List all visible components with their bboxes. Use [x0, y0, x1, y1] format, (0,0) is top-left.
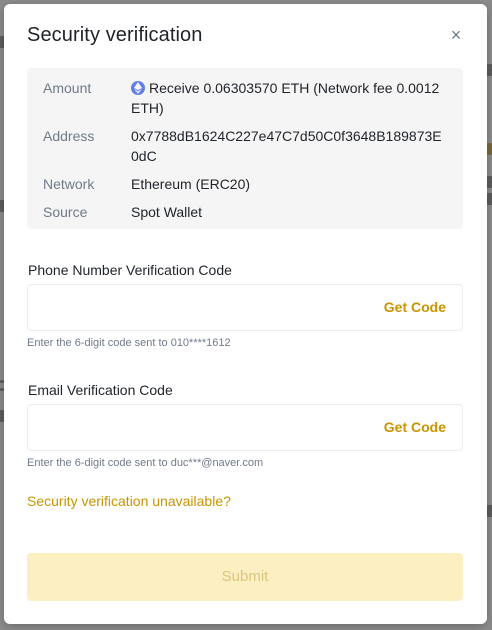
network-label: Network: [43, 176, 95, 192]
network-value: Ethereum (ERC20): [131, 176, 251, 192]
source-row: Source Spot Wallet: [27, 202, 463, 222]
email-code-hint: Enter the 6-digit code sent to duc***@na…: [27, 457, 264, 469]
submit-button[interactable]: Submit: [27, 553, 463, 601]
address-label: Address: [43, 128, 95, 144]
address-value: 0x7788dB1624C227e47C7d50C0f3648B189873E0…: [131, 128, 442, 164]
network-row: Network Ethereum (ERC20): [27, 174, 463, 194]
modal-title: Security verification: [27, 24, 203, 46]
email-get-code-button[interactable]: Get Code: [384, 419, 446, 435]
amount-row: Amount Receive 0.06303570 ETH (Network f…: [27, 78, 463, 118]
amount-label: Amount: [43, 80, 92, 96]
phone-code-label: Phone Number Verification Code: [28, 262, 232, 278]
background-fragment: [487, 143, 492, 155]
email-code-label: Email Verification Code: [28, 382, 173, 398]
phone-code-hint: Enter the 6-digit code sent to 010****16…: [27, 337, 231, 349]
source-value: Spot Wallet: [131, 204, 203, 220]
background-fragment: [487, 176, 492, 188]
phone-code-input[interactable]: [40, 285, 380, 330]
email-code-input[interactable]: [40, 405, 380, 450]
amount-value-container: Receive 0.06303570 ETH (Network fee 0.00…: [131, 78, 447, 118]
background-fragment: [487, 64, 492, 76]
source-label: Source: [43, 204, 88, 220]
phone-get-code-button[interactable]: Get Code: [384, 299, 446, 315]
close-icon[interactable]: ×: [447, 26, 465, 44]
security-unavailable-link[interactable]: Security verification unavailable?: [27, 493, 231, 509]
phone-code-field: Get Code: [27, 284, 463, 331]
background-fragment: [487, 505, 492, 517]
ethereum-icon: [131, 81, 145, 95]
amount-value: Receive 0.06303570 ETH (Network fee 0.00…: [131, 80, 440, 116]
withdrawal-details-panel: Amount Receive 0.06303570 ETH (Network f…: [27, 68, 463, 229]
address-row: Address 0x7788dB1624C227e47C7d50C0f3648B…: [27, 126, 463, 166]
email-code-field: Get Code: [27, 404, 463, 451]
security-verification-modal: Security verification × Amount Receive 0…: [4, 4, 487, 624]
background-fragment: [487, 193, 492, 205]
